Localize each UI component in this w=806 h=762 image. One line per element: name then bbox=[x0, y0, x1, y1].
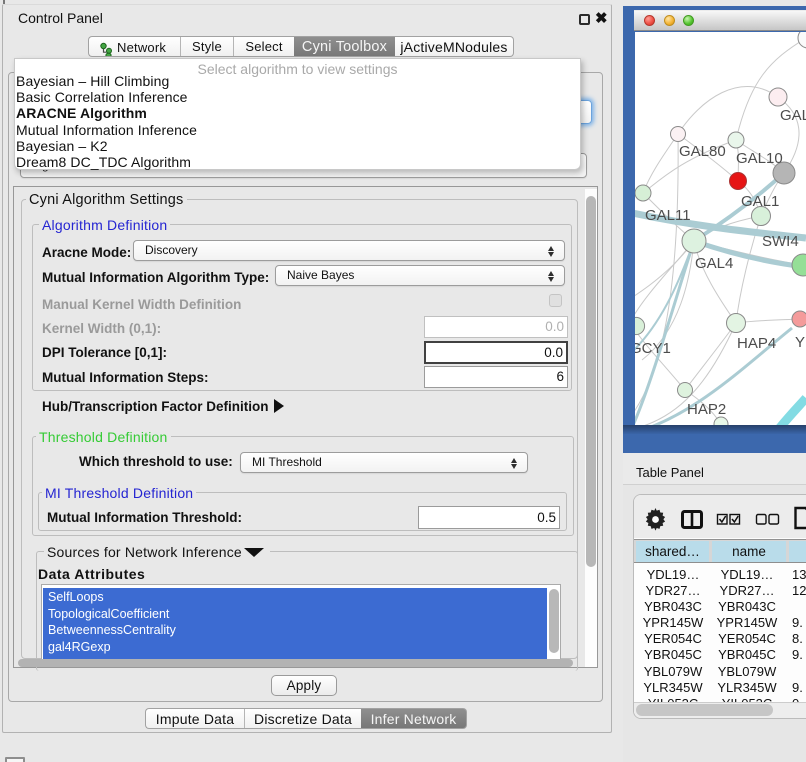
svg-text:SWI4: SWI4 bbox=[762, 233, 799, 250]
svg-text:GAL80: GAL80 bbox=[679, 143, 726, 160]
svg-text:Y: Y bbox=[795, 334, 805, 351]
svg-text:GAL1: GAL1 bbox=[741, 193, 779, 210]
svg-text:GAL11: GAL11 bbox=[645, 207, 691, 224]
svg-text:HAP2: HAP2 bbox=[687, 401, 726, 418]
svg-text:GAL4: GAL4 bbox=[695, 255, 733, 272]
svg-text:GCY1: GCY1 bbox=[635, 340, 671, 357]
svg-text:GAL7: GAL7 bbox=[780, 107, 806, 124]
svg-text:HAP4: HAP4 bbox=[737, 335, 776, 352]
svg-text:GAL10: GAL10 bbox=[736, 150, 783, 167]
